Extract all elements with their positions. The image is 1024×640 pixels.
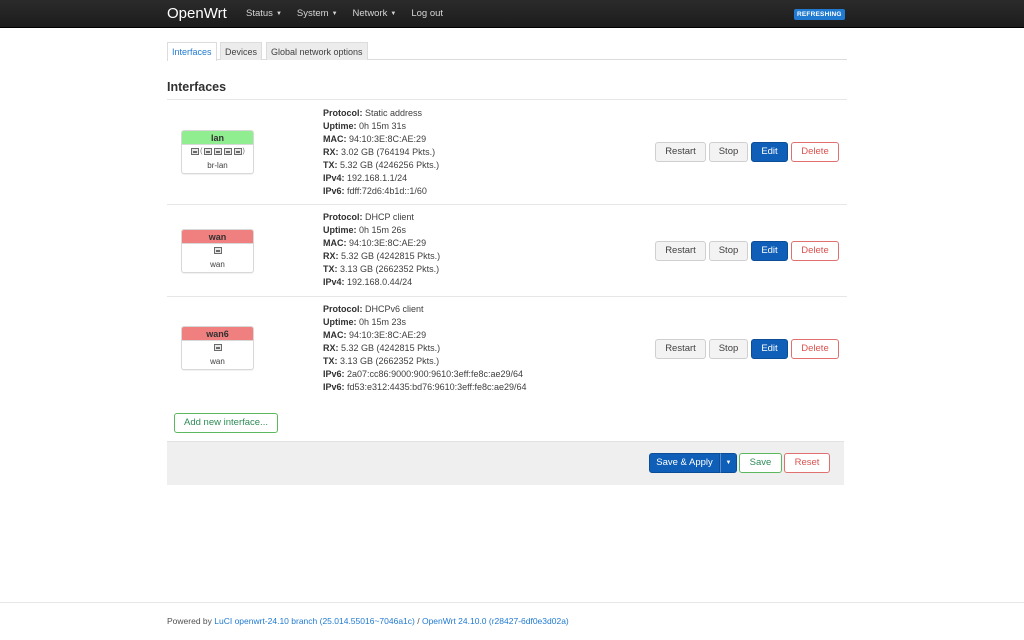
tab-bar: Interfaces Devices Global network option… bbox=[167, 42, 847, 61]
add-interface-button[interactable]: Add new interface... bbox=[174, 413, 278, 433]
top-navbar: OpenWrt Status ▼ System ▼ Network ▼ Log out… bbox=[0, 0, 1024, 28]
bridge-ports-icon: () bbox=[182, 145, 253, 161]
menu-status-label: Status bbox=[246, 8, 273, 19]
row-actions: Restart Stop Edit Delete bbox=[655, 241, 842, 261]
device-name: wan bbox=[210, 357, 225, 366]
bridge-bracket-icon: ( bbox=[200, 148, 203, 155]
save-button[interactable]: Save bbox=[739, 453, 782, 473]
detail-protocol: Protocol: DHCPv6 client bbox=[323, 304, 424, 314]
delete-button[interactable]: Delete bbox=[791, 339, 839, 359]
ethernet-port-icon bbox=[213, 344, 222, 351]
detail-mac: MAC: 94:10:3E:8C:AE:29 bbox=[323, 134, 427, 144]
device-name: br-lan bbox=[207, 161, 228, 170]
edit-button[interactable]: Edit bbox=[751, 142, 788, 162]
bridge-bracket-icon: ) bbox=[242, 148, 245, 155]
interface-name: wan6 bbox=[182, 327, 253, 341]
delete-button[interactable]: Delete bbox=[791, 142, 839, 162]
device-name: wan bbox=[210, 260, 225, 269]
restart-button[interactable]: Restart bbox=[655, 241, 706, 261]
ethernet-port-icon bbox=[191, 148, 200, 155]
detail-rx: RX: 5.32 GB (4242815 Pkts.) bbox=[323, 251, 441, 261]
detail-ipv6: IPv6: fd53:e312:4435:bd76:9610:3eff:fe8c… bbox=[323, 382, 527, 392]
detail-protocol: Protocol: Static address bbox=[323, 108, 423, 118]
chevron-down-icon: ▼ bbox=[390, 11, 397, 17]
edit-button[interactable]: Edit bbox=[751, 241, 788, 261]
tab-devices[interactable]: Devices bbox=[220, 42, 263, 60]
detail-protocol: Protocol: DHCP client bbox=[323, 212, 414, 222]
interface-name: wan bbox=[182, 230, 253, 244]
luci-version-link[interactable]: LuCI openwrt-24.10 branch (25.014.55016~… bbox=[214, 616, 415, 626]
interface-details: Protocol: Static address Uptime: 0h 15m … bbox=[323, 107, 439, 198]
footer: Powered by LuCI openwrt-24.10 branch (25… bbox=[167, 616, 569, 626]
interface-badge-lan: lan () br-lan bbox=[181, 130, 254, 174]
page-title: Interfaces bbox=[167, 80, 227, 94]
save-apply-dropdown[interactable]: ▼ bbox=[720, 453, 737, 473]
tab-global-network-options[interactable]: Global network options bbox=[266, 42, 368, 60]
row-actions: Restart Stop Edit Delete bbox=[655, 339, 842, 359]
menu-logout[interactable]: Log out bbox=[411, 8, 443, 19]
footer-divider bbox=[0, 602, 1024, 603]
openwrt-version-link[interactable]: OpenWrt 24.10.0 (r28427-6df0e3d02a) bbox=[422, 616, 569, 626]
ethernet-port-icon bbox=[213, 148, 222, 155]
ethernet-port-icon bbox=[182, 244, 253, 260]
detail-ipv4: IPv4: 192.168.1.1/24 bbox=[323, 173, 408, 183]
main-menu: Status ▼ System ▼ Network ▼ Log out bbox=[246, 8, 458, 19]
save-apply-button[interactable]: Save & Apply bbox=[649, 453, 720, 473]
detail-tx: TX: 3.13 GB (2662352 Pkts.) bbox=[323, 356, 440, 366]
stop-button[interactable]: Stop bbox=[709, 241, 748, 261]
tab-interfaces[interactable]: Interfaces bbox=[167, 42, 217, 61]
detail-uptime: Uptime: 0h 15m 23s bbox=[323, 317, 407, 327]
interface-badge-wan: wan wan bbox=[181, 229, 254, 273]
interface-details: Protocol: DHCP client Uptime: 0h 15m 26s… bbox=[323, 211, 440, 289]
ethernet-port-icon bbox=[203, 148, 212, 155]
chevron-down-icon: ▼ bbox=[275, 11, 282, 17]
stop-button[interactable]: Stop bbox=[709, 339, 748, 359]
delete-button[interactable]: Delete bbox=[791, 241, 839, 261]
restart-button[interactable]: Restart bbox=[655, 339, 706, 359]
detail-ipv6: IPv6: fdff:72d6:4b1d::1/60 bbox=[323, 186, 427, 196]
refreshing-badge[interactable]: REFRESHING bbox=[794, 9, 845, 20]
stop-button[interactable]: Stop bbox=[709, 142, 748, 162]
interface-name: lan bbox=[182, 131, 253, 145]
ethernet-port-icon bbox=[223, 148, 232, 155]
detail-mac: MAC: 94:10:3E:8C:AE:29 bbox=[323, 238, 427, 248]
detail-rx: RX: 3.02 GB (764194 Pkts.) bbox=[323, 147, 436, 157]
interface-row-lan: lan () br-lan Protocol: Static address U… bbox=[167, 100, 847, 205]
menu-network[interactable]: Network ▼ bbox=[353, 8, 397, 19]
detail-uptime: Uptime: 0h 15m 26s bbox=[323, 225, 407, 235]
menu-status[interactable]: Status ▼ bbox=[246, 8, 282, 19]
interface-row-wan6: wan6 wan Protocol: DHCPv6 client Uptime:… bbox=[167, 297, 847, 401]
chevron-down-icon: ▼ bbox=[331, 11, 338, 17]
brand-logo[interactable]: OpenWrt bbox=[167, 5, 227, 22]
detail-rx: RX: 5.32 GB (4242815 Pkts.) bbox=[323, 343, 441, 353]
interface-details: Protocol: DHCPv6 client Uptime: 0h 15m 2… bbox=[323, 303, 527, 394]
detail-tx: TX: 5.32 GB (4246256 Pkts.) bbox=[323, 160, 440, 170]
ethernet-port-icon bbox=[182, 341, 253, 357]
edit-button[interactable]: Edit bbox=[751, 339, 788, 359]
interface-badge-wan6: wan6 wan bbox=[181, 326, 254, 370]
menu-network-label: Network bbox=[352, 8, 388, 19]
restart-button[interactable]: Restart bbox=[655, 142, 706, 162]
menu-system-label: System bbox=[296, 8, 329, 19]
interface-row-wan: wan wan Protocol: DHCP client Uptime: 0h… bbox=[167, 205, 847, 297]
footer-separator: / bbox=[414, 616, 422, 626]
row-actions: Restart Stop Edit Delete bbox=[655, 142, 842, 162]
detail-uptime: Uptime: 0h 15m 31s bbox=[323, 121, 407, 131]
detail-ipv4: IPv4: 192.168.0.44/24 bbox=[323, 277, 413, 287]
menu-system[interactable]: System ▼ bbox=[297, 8, 338, 19]
caret-down-icon: ▼ bbox=[725, 460, 732, 466]
detail-tx: TX: 3.13 GB (2662352 Pkts.) bbox=[323, 264, 440, 274]
detail-mac: MAC: 94:10:3E:8C:AE:29 bbox=[323, 330, 427, 340]
detail-ipv6: IPv6: 2a07:cc86:9000:900:9610:3eff:fe8c:… bbox=[323, 369, 524, 379]
ethernet-port-icon bbox=[233, 148, 242, 155]
ethernet-port-icon bbox=[213, 247, 222, 254]
reset-button[interactable]: Reset bbox=[784, 453, 830, 473]
footer-prefix: Powered by bbox=[167, 616, 215, 626]
menu-logout-label: Log out bbox=[411, 8, 444, 19]
